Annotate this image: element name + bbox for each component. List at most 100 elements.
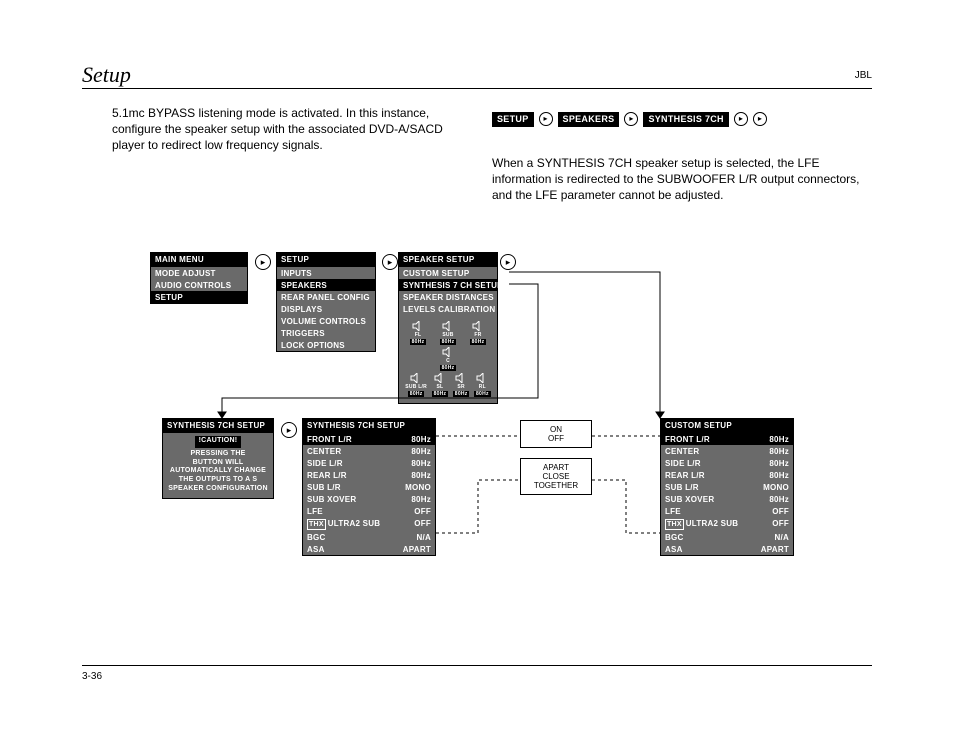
setting-value: OFF [414, 519, 431, 530]
page-title: Setup [82, 62, 131, 88]
arrow-right-icon: ▸ [539, 112, 553, 126]
arrow-right-icon: ▸ [734, 112, 748, 126]
arrow-right-icon: ▸ [624, 112, 638, 126]
setting-value: 80Hz [411, 471, 431, 480]
menu-item[interactable]: SPEAKERS [277, 279, 375, 291]
option-value: ON [521, 425, 591, 434]
setting-row[interactable]: THXULTRA2 SUB OFF [661, 517, 793, 531]
menu-item[interactable]: VOLUME CONTROLS [277, 315, 375, 327]
setting-row[interactable]: REAR L/R80Hz [303, 469, 435, 481]
setting-row[interactable]: BGC N/A [661, 531, 793, 543]
speaker-icon-area: FL80HzSUB80HzFR80HzC80HzSUB L/R80HzSL80H… [399, 315, 497, 403]
breadcrumb-chip: SYNTHESIS 7CH [643, 112, 728, 127]
speaker-icon: C80Hz [440, 347, 457, 371]
speaker-icon: SUB80Hz [440, 321, 457, 345]
setting-value: OFF [772, 507, 789, 516]
panel-speaker-setup: SPEAKER SETUP CUSTOM SETUPSYNTHESIS 7 CH… [398, 252, 498, 404]
body-paragraph-left: 5.1mc BYPASS listening mode is activated… [112, 105, 462, 154]
menu-item[interactable]: DISPLAYS [277, 303, 375, 315]
footer-rule [82, 665, 872, 666]
setting-label: LFE [307, 507, 323, 516]
option-value: TOGETHER [521, 481, 591, 490]
body-paragraph-right: When a SYNTHESIS 7CH speaker setup is se… [492, 155, 875, 204]
arrow-right-icon: ▸ [500, 254, 516, 270]
breadcrumb: SETUP ▸ SPEAKERS ▸ SYNTHESIS 7CH ▸ ▸ [492, 110, 767, 128]
menu-item[interactable]: INPUTS [277, 267, 375, 279]
setting-row[interactable]: SIDE L/R80Hz [303, 457, 435, 469]
menu-item[interactable]: LEVELS CALIBRATION [399, 303, 497, 315]
arrow-right-icon: ▸ [382, 254, 398, 270]
setting-row[interactable]: REAR L/R80Hz [661, 469, 793, 481]
setting-value: APART [403, 545, 431, 554]
panel-header: SYNTHESIS 7CH SETUP [303, 419, 435, 433]
setting-value: 80Hz [769, 447, 789, 456]
panel-header: SPEAKER SETUP [399, 253, 497, 267]
setting-label: BGC [665, 533, 684, 542]
menu-item[interactable]: SPEAKER DISTANCES [399, 291, 497, 303]
panel-setup: SETUP INPUTSSPEAKERSREAR PANEL CONFIGDIS… [276, 252, 376, 352]
setting-label: BGC [307, 533, 326, 542]
page-number: 3-36 [82, 671, 102, 682]
setting-value: MONO [763, 483, 789, 492]
setting-row[interactable]: CENTER80Hz [303, 445, 435, 457]
setting-label: SUB L/R [665, 483, 699, 492]
arrow-right-icon: ▸ [255, 254, 271, 270]
setting-row[interactable]: ASAAPART [661, 543, 793, 555]
speaker-icon: SL80Hz [432, 373, 449, 397]
speaker-icon: SR80Hz [453, 373, 470, 397]
setting-value: OFF [772, 519, 789, 530]
setting-label: LFE [665, 507, 681, 516]
setting-value: 80Hz [769, 495, 789, 504]
option-value: OFF [521, 434, 591, 443]
setting-row[interactable]: SUB L/R MONO [661, 481, 793, 493]
setting-row[interactable]: ASAAPART [303, 543, 435, 555]
setting-value: APART [761, 545, 789, 554]
menu-item[interactable]: REAR PANEL CONFIG [277, 291, 375, 303]
panel-synth-caution: SYNTHESIS 7CH SETUP !CAUTION! PRESSING T… [162, 418, 274, 499]
panel-synth-detail: SYNTHESIS 7CH SETUP FRONT L/R80HzCENTER8… [302, 418, 436, 556]
setting-row[interactable]: BGCN/A [303, 531, 435, 543]
setting-row[interactable]: LFE OFF [661, 505, 793, 517]
caution-box: !CAUTION! PRESSING THE BUTTON WILL AUTOM… [163, 433, 273, 498]
speaker-icon: SUB L/R80Hz [405, 373, 427, 397]
setting-row[interactable]: SUB XOVER80Hz [303, 493, 435, 505]
setting-label: THXULTRA2 SUB [665, 519, 738, 530]
menu-item[interactable]: LOCK OPTIONS [277, 339, 375, 351]
option-value: CLOSE [521, 472, 591, 481]
speaker-icon: FR80Hz [470, 321, 487, 345]
setting-value: N/A [774, 533, 789, 542]
setting-row[interactable]: SUB XOVER80Hz [661, 493, 793, 505]
setting-label: SUB L/R [307, 483, 341, 492]
menu-item[interactable]: AUDIO CONTROLS [151, 279, 247, 291]
setting-row[interactable]: SUB L/R MONO [303, 481, 435, 493]
brand-label: JBL [855, 70, 872, 81]
setting-value: MONO [405, 483, 431, 492]
setting-row[interactable]: LFEOFF [303, 505, 435, 517]
menu-item[interactable]: SYNTHESIS 7 CH SETUP [399, 279, 497, 291]
menu-item[interactable]: MODE ADJUST [151, 267, 247, 279]
menu-item[interactable]: CUSTOM SETUP [399, 267, 497, 279]
panel-header: SETUP [277, 253, 375, 267]
setting-row[interactable]: FRONT L/R80Hz [303, 433, 435, 445]
options-on-off: ON OFF [520, 420, 592, 448]
setting-value: 80Hz [411, 495, 431, 504]
setting-label: CENTER [665, 447, 699, 456]
setting-value: 80Hz [411, 447, 431, 456]
panel-header: SYNTHESIS 7CH SETUP [163, 419, 273, 433]
menu-item[interactable]: SETUP [151, 291, 247, 303]
breadcrumb-chip: SETUP [492, 112, 534, 127]
setting-row[interactable]: FRONT L/R80Hz [661, 433, 793, 445]
options-asa: APART CLOSE TOGETHER [520, 458, 592, 495]
setting-row[interactable]: THXULTRA2 SUBOFF [303, 517, 435, 531]
caution-line: THE OUTPUTS TO A S [179, 476, 258, 483]
breadcrumb-chip: SPEAKERS [558, 112, 620, 127]
option-value: APART [521, 463, 591, 472]
setting-value: 80Hz [769, 459, 789, 468]
setting-row[interactable]: CENTER 80Hz [661, 445, 793, 457]
arrow-right-icon: ▸ [753, 112, 767, 126]
setting-label: FRONT L/R [307, 435, 352, 444]
setting-row[interactable]: SIDE L/R80Hz [661, 457, 793, 469]
panel-header: CUSTOM SETUP [661, 419, 793, 433]
caution-line: BUTTON WILL [193, 459, 244, 466]
menu-item[interactable]: TRIGGERS [277, 327, 375, 339]
